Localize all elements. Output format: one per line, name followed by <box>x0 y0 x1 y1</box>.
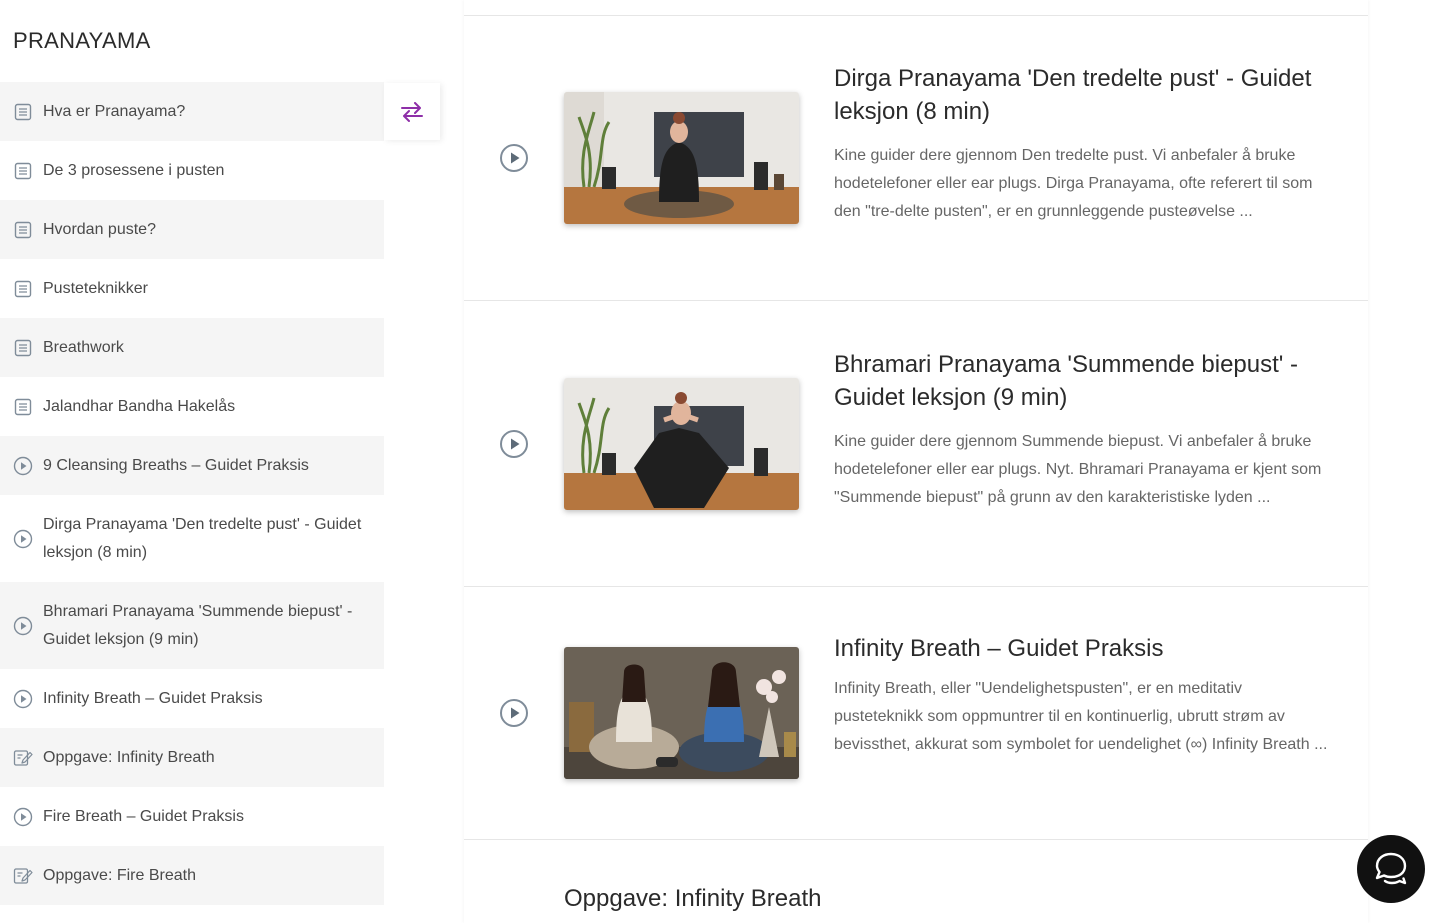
play-circle-icon[interactable] <box>499 429 529 459</box>
assignment-icon <box>13 866 33 886</box>
sidebar-item-label: Hva er Pranayama? <box>43 102 186 120</box>
sidebar-item-label: Jalandhar Bandha Hakelås <box>43 397 236 415</box>
play-circle-icon <box>13 456 33 476</box>
lesson-title[interactable]: Bhramari Pranayama 'Summende biepust' - … <box>834 348 1334 414</box>
document-icon <box>13 220 33 240</box>
document-icon <box>13 338 33 358</box>
sidebar-item-label: Pusteteknikker <box>43 279 148 297</box>
sidebar-item-label: Infinity Breath – Guidet Praksis <box>43 689 263 707</box>
chat-button[interactable] <box>1357 835 1425 903</box>
assignment-icon <box>13 748 33 768</box>
sidebar-item[interactable]: 9 Cleansing Breaths – Guidet Praksis <box>0 436 384 495</box>
sidebar-item-label: De 3 prosessene i pusten <box>43 161 225 179</box>
document-icon <box>13 161 33 181</box>
sidebar-item[interactable]: Pusteteknikker <box>0 259 384 318</box>
sidebar-item[interactable]: De 3 prosessene i pusten <box>0 141 384 200</box>
section-title[interactable]: Oppgave: Infinity Breath <box>564 885 821 913</box>
lesson-thumbnail[interactable] <box>564 92 799 224</box>
sidebar-toggle-button[interactable] <box>384 83 440 140</box>
lesson-thumbnail[interactable] <box>564 378 799 510</box>
sidebar-list: Hva er Pranayama? De 3 prosessene i puste… <box>0 82 384 905</box>
sidebar-item[interactable]: Hva er Pranayama? <box>0 82 384 141</box>
sidebar-item-label: Breathwork <box>43 338 124 356</box>
sidebar-item[interactable]: Hvordan puste? <box>0 200 384 259</box>
lesson-card[interactable]: Bhramari Pranayama 'Summende biepust' - … <box>464 302 1368 587</box>
lesson-excerpt: Kine guider dere gjennom Den tredelte pu… <box>834 147 1313 220</box>
lesson-list: Dirga Pranayama 'Den tredelte pust' - Gu… <box>464 0 1368 923</box>
sidebar-item[interactable]: Infinity Breath – Guidet Praksis <box>0 669 384 728</box>
sidebar-item[interactable]: Oppgave: Infinity Breath <box>0 728 384 787</box>
sidebar-item-label: Hvordan puste? <box>43 220 156 238</box>
play-circle-icon <box>13 529 33 549</box>
lesson-title[interactable]: Infinity Breath – Guidet Praksis <box>834 632 1334 665</box>
sidebar-item[interactable]: Jalandhar Bandha Hakelås <box>0 377 384 436</box>
lesson-card[interactable]: Dirga Pranayama 'Den tredelte pust' - Gu… <box>464 16 1368 301</box>
lesson-thumbnail[interactable] <box>564 647 799 779</box>
sidebar-item-label: Oppgave: Fire Breath <box>43 866 196 884</box>
document-icon <box>13 102 33 122</box>
document-icon <box>13 279 33 299</box>
chat-bubbles-icon <box>1375 852 1407 885</box>
sidebar-item-label: Bhramari Pranayama 'Summende biepust' - … <box>43 602 353 648</box>
sidebar-item[interactable]: Bhramari Pranayama 'Summende biepust' - … <box>0 582 384 669</box>
play-circle-icon[interactable] <box>499 143 529 173</box>
play-circle-icon <box>13 807 33 827</box>
lesson-title[interactable]: Dirga Pranayama 'Den tredelte pust' - Gu… <box>834 62 1334 128</box>
play-circle-icon <box>13 689 33 709</box>
lesson-excerpt: Kine guider dere gjennom Summende biepus… <box>834 433 1322 506</box>
document-icon <box>13 397 33 417</box>
play-circle-icon[interactable] <box>499 698 529 728</box>
lesson-excerpt: Infinity Breath, eller "Uendelighetspust… <box>834 680 1328 753</box>
swap-arrows-icon <box>401 101 423 122</box>
sidebar-item-label: 9 Cleansing Breaths – Guidet Praksis <box>43 456 309 474</box>
sidebar-title: PRANAYAMA <box>13 28 151 53</box>
sidebar-item-label: Oppgave: Infinity Breath <box>43 748 215 766</box>
sidebar-item[interactable]: Breathwork <box>0 318 384 377</box>
lesson-card[interactable]: Infinity Breath – Guidet Praksis Infinit… <box>464 588 1368 840</box>
play-circle-icon <box>13 616 33 636</box>
course-sidebar: PRANAYAMA Hva er Pranayama? De 3 prosesse… <box>0 0 384 923</box>
sidebar-item-label: Fire Breath – Guidet Praksis <box>43 807 244 825</box>
sidebar-item[interactable]: Oppgave: Fire Breath <box>0 846 384 905</box>
sidebar-item[interactable]: Dirga Pranayama 'Den tredelte pust' - Gu… <box>0 495 384 582</box>
sidebar-item-label: Dirga Pranayama 'Den tredelte pust' - Gu… <box>43 515 362 561</box>
sidebar-item[interactable]: Fire Breath – Guidet Praksis <box>0 787 384 846</box>
